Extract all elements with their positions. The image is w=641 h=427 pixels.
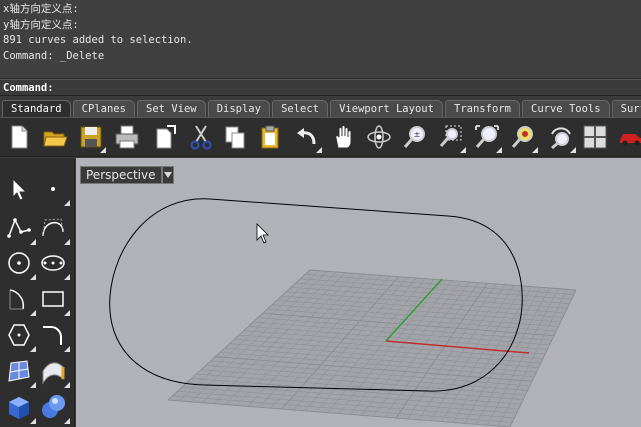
zoom-extents-icon[interactable] <box>472 121 502 153</box>
mouse-cursor <box>256 223 269 244</box>
command-line[interactable]: Command: <box>0 79 641 96</box>
tab-viewport-layout[interactable]: Viewport Layout <box>330 100 443 117</box>
extrude-surface-icon[interactable] <box>36 354 70 388</box>
polygon-icon[interactable] <box>2 318 36 352</box>
history-line: x轴方向定义点: <box>3 3 79 15</box>
cut-icon[interactable] <box>186 121 216 153</box>
arc-icon[interactable] <box>2 282 36 316</box>
toolbar-tabs: Standard CPlanes Set View Display Select… <box>0 97 641 117</box>
tab-transform[interactable]: Transform <box>445 100 520 117</box>
command-history: x轴方向定义点: y轴方向定义点: 891 curves added to se… <box>0 0 641 79</box>
rotate-view-icon[interactable] <box>364 121 394 153</box>
tab-standard[interactable]: Standard <box>2 100 71 117</box>
tab-set-view[interactable]: Set View <box>137 100 206 117</box>
polyline-icon[interactable] <box>2 211 36 245</box>
zoom-window-icon[interactable] <box>436 121 466 153</box>
tab-select[interactable]: Select <box>272 100 328 117</box>
viewport-title: Perspective <box>86 168 156 182</box>
tab-curve-tools[interactable]: Curve Tools <box>522 100 610 117</box>
box-icon[interactable] <box>2 390 36 424</box>
export-icon[interactable] <box>150 121 180 153</box>
open-icon[interactable] <box>40 121 70 153</box>
copy-icon[interactable] <box>220 121 250 153</box>
sphere-icon[interactable] <box>36 390 70 424</box>
zoom-selected-icon[interactable] <box>508 121 538 153</box>
fillet-icon[interactable] <box>36 318 70 352</box>
point-icon[interactable] <box>36 172 70 206</box>
surface-icon[interactable] <box>2 354 36 388</box>
curve-icon[interactable] <box>36 211 70 245</box>
viewport-layout-icon[interactable] <box>580 121 610 153</box>
save-icon[interactable] <box>76 121 106 153</box>
chevron-down-icon <box>164 172 172 178</box>
history-line: Command: _Delete <box>3 49 105 62</box>
paste-icon[interactable] <box>255 121 285 153</box>
circle-icon[interactable] <box>2 246 36 280</box>
svg-text:±: ± <box>414 130 421 139</box>
tab-display[interactable]: Display <box>207 100 270 117</box>
tab-cplanes[interactable]: CPlanes <box>72 100 135 117</box>
rectangle-icon[interactable] <box>36 282 70 316</box>
history-line: y轴方向定义点: <box>3 18 79 31</box>
standard-toolbar: ± <box>0 117 641 157</box>
zoom-dynamic-icon[interactable]: ± <box>400 121 430 153</box>
viewport-title-tab[interactable]: Perspective <box>80 166 162 184</box>
new-icon[interactable] <box>4 121 34 153</box>
command-prompt: Command: <box>3 82 54 94</box>
perspective-viewport[interactable]: Perspective <box>76 158 641 427</box>
print-icon[interactable] <box>112 121 142 153</box>
ellipse-icon[interactable] <box>36 246 70 280</box>
viewport-scene <box>109 198 577 427</box>
undo-icon[interactable] <box>292 121 322 153</box>
main-left-toolbar <box>0 158 75 427</box>
tab-surface[interactable]: Surface <box>611 100 641 117</box>
construction-grid <box>167 269 577 427</box>
select-arrow-icon[interactable] <box>2 172 36 206</box>
viewport-menu-button[interactable] <box>162 166 174 184</box>
rotate-camera-icon[interactable] <box>546 121 576 153</box>
pan-icon[interactable] <box>328 121 358 153</box>
history-line: 891 curves added to selection. <box>3 34 193 46</box>
car-icon[interactable] <box>616 121 641 153</box>
